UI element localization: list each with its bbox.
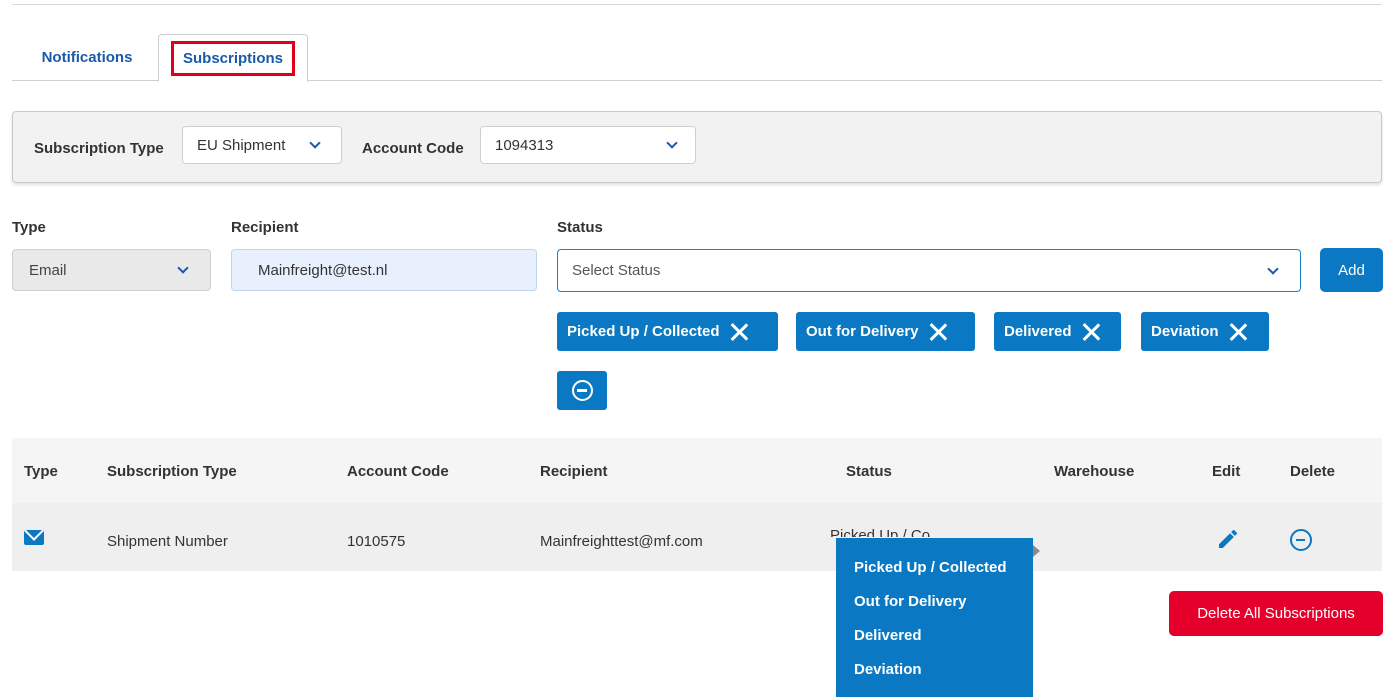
table-header: Type Subscription Type Account Code Reci… bbox=[12, 438, 1382, 503]
status-chip[interactable]: Deviation bbox=[1141, 312, 1269, 351]
popup-arrow bbox=[1033, 545, 1040, 557]
column-header-subscription-type: Subscription Type bbox=[107, 463, 237, 480]
recipient-label: Recipient bbox=[231, 219, 299, 236]
tooltip-item: Out for Delivery bbox=[854, 593, 967, 610]
subscription-type-select[interactable]: EU Shipment bbox=[182, 126, 342, 164]
status-placeholder: Select Status bbox=[572, 262, 661, 279]
clear-statuses-button[interactable] bbox=[557, 371, 607, 410]
account-code-value: 1094313 bbox=[495, 136, 554, 154]
tooltip-item: Picked Up / Collected bbox=[854, 559, 1007, 576]
remove-circle-icon[interactable] bbox=[1290, 529, 1312, 551]
subscription-type-value: EU Shipment bbox=[197, 136, 286, 154]
filter-bar: Subscription Type EU Shipment Account Co… bbox=[12, 111, 1382, 183]
column-header-type: Type bbox=[24, 463, 58, 480]
cell-account-code: 1010575 bbox=[347, 533, 406, 550]
minus-circle-icon bbox=[571, 380, 593, 401]
close-icon[interactable] bbox=[927, 321, 949, 343]
tooltip-item: Delivered bbox=[854, 627, 922, 644]
mail-icon bbox=[24, 530, 44, 545]
column-header-delete: Delete bbox=[1290, 463, 1336, 480]
account-code-select[interactable]: 1094313 bbox=[480, 126, 696, 164]
type-select[interactable]: Email bbox=[12, 249, 211, 291]
chevron-down-icon bbox=[666, 137, 678, 149]
close-icon[interactable] bbox=[1227, 321, 1249, 343]
status-chip-label: Delivered bbox=[1004, 323, 1072, 340]
add-button[interactable]: Add bbox=[1320, 248, 1383, 292]
column-header-warehouse: Warehouse bbox=[1054, 463, 1135, 480]
recipient-input[interactable]: Mainfreight@test.nl bbox=[231, 249, 537, 291]
tab-bar: Notifications Subscriptions bbox=[12, 34, 1382, 82]
status-tooltip: Picked Up / Collected Out for Delivery D… bbox=[836, 538, 1033, 697]
cell-recipient: Mainfreighttest@mf.com bbox=[540, 533, 703, 550]
status-select[interactable]: Select Status bbox=[557, 249, 1301, 292]
cell-subscription-type: Shipment Number bbox=[107, 533, 228, 550]
column-header-recipient: Recipient bbox=[540, 463, 608, 480]
close-icon[interactable] bbox=[728, 321, 750, 343]
status-chip[interactable]: Picked Up / Collected bbox=[557, 312, 778, 351]
status-label: Status bbox=[557, 219, 603, 236]
status-chip-label: Out for Delivery bbox=[806, 323, 919, 340]
table-row: Shipment Number 1010575 Mainfreighttest@… bbox=[12, 503, 1382, 571]
status-chip[interactable]: Out for Delivery bbox=[796, 312, 975, 351]
status-chip-label: Deviation bbox=[1151, 323, 1219, 340]
column-header-account-code: Account Code bbox=[347, 463, 449, 480]
type-value: Email bbox=[29, 261, 67, 279]
chevron-down-icon bbox=[177, 262, 189, 274]
subscription-type-label: Subscription Type bbox=[34, 140, 164, 157]
tab-subscriptions[interactable]: Subscriptions bbox=[158, 34, 308, 82]
tooltip-item: Deviation bbox=[854, 661, 922, 678]
delete-all-subscriptions-button[interactable]: Delete All Subscriptions bbox=[1169, 591, 1383, 636]
cell-status[interactable]: Picked Up / Co bbox=[830, 523, 1000, 537]
chevron-down-icon bbox=[309, 137, 321, 149]
tab-subscriptions-label: Subscriptions bbox=[170, 40, 295, 76]
chevron-down-icon bbox=[1267, 263, 1279, 275]
account-code-label: Account Code bbox=[362, 140, 464, 157]
type-label: Type bbox=[12, 219, 46, 236]
pencil-icon[interactable] bbox=[1216, 527, 1240, 551]
close-icon[interactable] bbox=[1080, 321, 1102, 343]
tab-notifications[interactable]: Notifications bbox=[22, 34, 152, 81]
recipient-value: Mainfreight@test.nl bbox=[258, 261, 388, 279]
status-chip[interactable]: Delivered bbox=[994, 312, 1121, 351]
status-chip-label: Picked Up / Collected bbox=[567, 323, 720, 340]
column-header-edit: Edit bbox=[1212, 463, 1241, 480]
top-divider bbox=[12, 4, 1382, 5]
column-header-status: Status bbox=[846, 463, 892, 480]
